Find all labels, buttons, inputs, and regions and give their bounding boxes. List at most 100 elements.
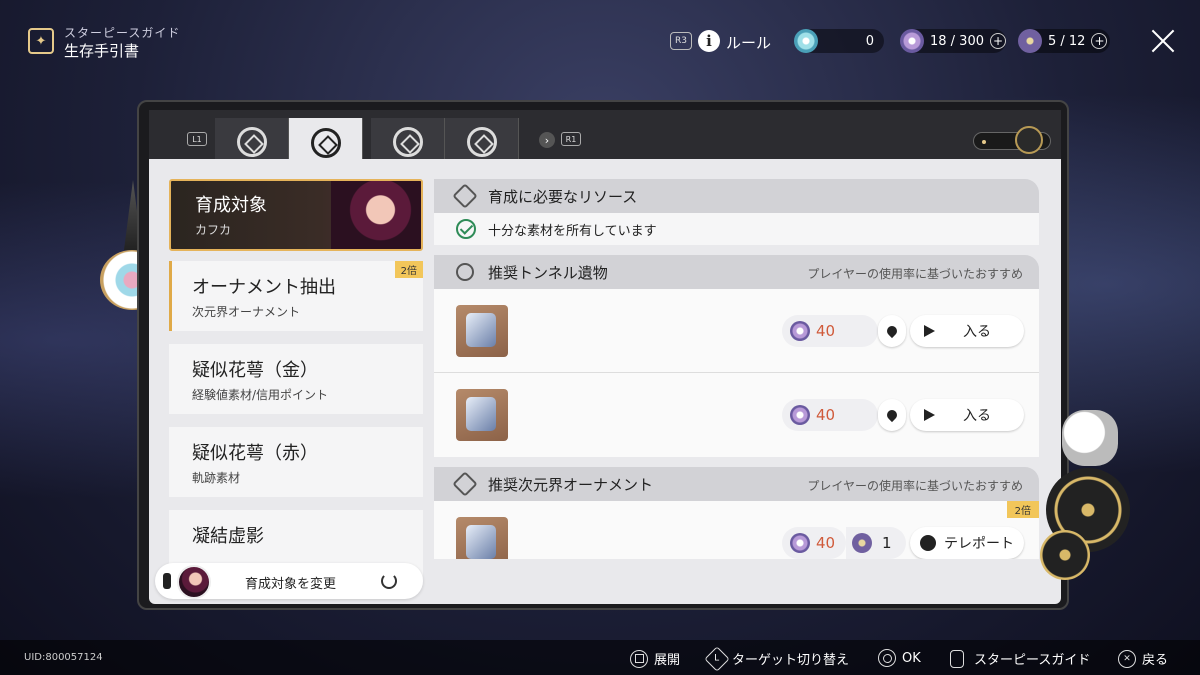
- main-panel: L1 › R1 育成対象 カフカ オーナメント抽出 次元界オーナメント 2倍 疑…: [137, 100, 1069, 610]
- mascot-decoration: [1062, 410, 1118, 466]
- ok-label: OK: [902, 650, 921, 666]
- cost-display: 40: [782, 399, 878, 431]
- add-fuel-button[interactable]: +: [1091, 33, 1108, 49]
- ornament-header: 推奨次元界オーナメント プレイヤーの使用率に基づいたおすすめ: [434, 467, 1039, 501]
- target-switch-label: ターゲット切り替え: [732, 653, 850, 668]
- r1-hint: R1: [561, 132, 581, 146]
- double-reward-badge: 2倍: [1006, 501, 1039, 518]
- guide-subtitle: スターピースガイド: [64, 26, 181, 40]
- back-hint[interactable]: 戻る: [1118, 649, 1168, 668]
- cross-button-icon: [1118, 649, 1136, 668]
- trailblaze-power-icon: [790, 533, 810, 553]
- teleport-icon: [920, 535, 936, 551]
- tab-4-icon: [466, 127, 497, 157]
- card-subtitle: 経験値素材/信用ポイント: [192, 388, 329, 402]
- list-item[interactable]: 疑似花萼（金） 経験値素材/信用ポイント: [169, 344, 423, 414]
- bottom-hint-bar: UID:800057124 展開 L ターゲット切り替え OK スターピースガイ…: [0, 640, 1200, 675]
- controller-button-icon: [163, 573, 171, 589]
- l1-hint: L1: [187, 132, 207, 146]
- pin-icon: [884, 323, 900, 339]
- star-guide-label: スターピースガイド: [974, 653, 1091, 668]
- card-subtitle: カフカ: [195, 223, 232, 237]
- card-title: 凝結虚影: [192, 526, 264, 547]
- section-note: プレイヤーの使用率に基づいたおすすめ: [807, 479, 1023, 493]
- currency-3-value: 5 / 12: [1048, 33, 1086, 49]
- avatar: [177, 565, 211, 599]
- fuel-cost-value: 1: [882, 534, 892, 552]
- cost-value: 40: [816, 534, 836, 552]
- teleport-button[interactable]: テレポート: [910, 527, 1024, 559]
- list-item[interactable]: 疑似花萼（赤） 軌跡素材: [169, 427, 423, 497]
- reserve-fuel-icon: [1018, 29, 1042, 53]
- tab-next-arrow[interactable]: ›: [539, 132, 555, 148]
- cost-value: 40: [816, 406, 836, 424]
- info-icon[interactable]: i: [698, 30, 720, 52]
- reserve-fuel-icon: [852, 533, 872, 553]
- relic-icon: [452, 259, 478, 285]
- enter-button[interactable]: 入る: [910, 315, 1024, 347]
- refresh-icon: [381, 573, 397, 589]
- cost-display: 40: [782, 315, 878, 347]
- back-label: 戻る: [1142, 653, 1169, 668]
- table-row: 40 入る: [434, 289, 1039, 373]
- table-row: 2倍 40 1 テレポート: [434, 501, 1039, 559]
- enter-button[interactable]: 入る: [910, 399, 1024, 431]
- guide-book-icon: ✦: [28, 28, 54, 54]
- enter-label: 入る: [963, 408, 991, 424]
- tab-bar: L1 › R1: [149, 110, 1061, 168]
- location-button[interactable]: [878, 399, 906, 431]
- trailblaze-power-icon: [790, 321, 810, 341]
- check-icon: [456, 219, 476, 239]
- currency-1-icon: [794, 29, 818, 53]
- guide-title: 生存手引書: [64, 42, 140, 60]
- currency-pill-2: 18 / 300 +: [900, 29, 1006, 53]
- card-title: 疑似花萼（赤）: [192, 443, 318, 464]
- currency-pill-3: 5 / 12 +: [1018, 29, 1110, 53]
- top-bar: ✦ スターピースガイド 生存手引書 R3 i ルール 0 18 / 300 + …: [0, 0, 1200, 80]
- uid-label: UID:800057124: [24, 652, 103, 663]
- tab-2-icon: [310, 128, 341, 158]
- cost-value: 40: [816, 322, 836, 340]
- recommendation-panel[interactable]: 育成に必要なリソース 十分な素材を所有しています 推奨トンネル遺物 プレイヤーの…: [434, 179, 1039, 559]
- trailblaze-power-icon: [900, 29, 924, 53]
- expand-label: 展開: [654, 653, 681, 668]
- change-target-button[interactable]: 育成対象を変更: [155, 563, 423, 599]
- emblem-icon[interactable]: [1015, 126, 1043, 154]
- character-portrait: [331, 181, 421, 249]
- circle-button-icon: [878, 649, 896, 667]
- small-flower-decoration: [1040, 530, 1090, 580]
- resources-status: 十分な素材を所有しています: [434, 213, 1039, 245]
- pin-icon: [884, 407, 900, 423]
- relic-thumbnail: [456, 389, 508, 441]
- card-subtitle: 次元界オーナメント: [192, 305, 301, 319]
- currency-2-value: 18 / 300: [930, 33, 984, 49]
- ornament-thumbnail: [456, 517, 508, 559]
- status-text: 十分な素材を所有しています: [488, 223, 657, 239]
- target-switch-hint[interactable]: L ターゲット切り替え: [704, 645, 850, 672]
- list-item-selected[interactable]: 育成対象 カフカ: [169, 179, 423, 251]
- list-item[interactable]: オーナメント抽出 次元界オーナメント 2倍: [169, 261, 423, 331]
- close-icon[interactable]: [1150, 28, 1176, 54]
- square-button-icon: [630, 649, 648, 668]
- panel-content: 育成対象 カフカ オーナメント抽出 次元界オーナメント 2倍 疑似花萼（金） 経…: [149, 159, 1061, 604]
- resources-header: 育成に必要なリソース: [434, 179, 1039, 213]
- star-guide-hint[interactable]: スターピースガイド: [950, 649, 1090, 668]
- double-reward-badge: 2倍: [394, 261, 423, 278]
- tab-3-icon: [392, 127, 423, 157]
- location-button[interactable]: [878, 315, 906, 347]
- rule-button[interactable]: ルール: [726, 32, 771, 53]
- add-power-button[interactable]: +: [990, 33, 1006, 49]
- card-title: 疑似花萼（金）: [192, 360, 318, 381]
- ok-hint[interactable]: OK: [878, 649, 921, 667]
- touchpad-icon: [950, 649, 964, 668]
- ornament-icon: [452, 471, 478, 497]
- table-row: 40 入る: [434, 373, 1039, 457]
- expand-hint[interactable]: 展開: [630, 649, 680, 668]
- change-target-label: 育成対象を変更: [245, 577, 337, 592]
- trailblaze-power-icon: [790, 405, 810, 425]
- r3-button-hint: R3: [670, 32, 692, 50]
- arrow-icon: [924, 409, 935, 421]
- teleport-label: テレポート: [944, 536, 1014, 552]
- tunnel-header: 推奨トンネル遺物 プレイヤーの使用率に基づいたおすすめ: [434, 255, 1039, 289]
- card-title: オーナメント抽出: [192, 277, 336, 298]
